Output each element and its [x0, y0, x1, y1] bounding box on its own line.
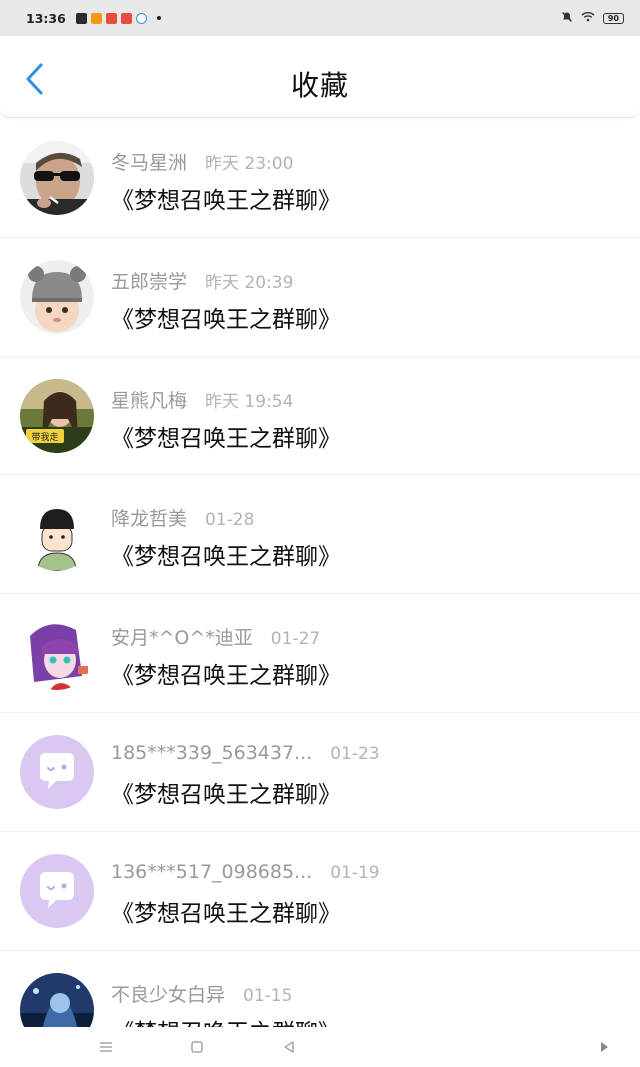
back-triangle-icon — [284, 1041, 294, 1053]
item-meta: 安月*^O^*迪亚 01-27 — [111, 623, 320, 650]
timestamp: 01-15 — [243, 985, 293, 1006]
avatar[interactable] — [20, 141, 94, 215]
notification-icons — [75, 12, 161, 24]
page-title: 收藏 — [290, 69, 349, 102]
avatar[interactable] — [20, 853, 94, 928]
favorite-item[interactable]: 不良少女白异 01-15 《梦想召唤王之群聊》 — [0, 951, 640, 1027]
message-text: 《梦想召唤王之群聊》 — [111, 306, 341, 333]
timestamp: 01-23 — [330, 743, 380, 764]
sender-name: 安月*^O^*迪亚 — [111, 627, 253, 650]
home-button[interactable] — [187, 1037, 207, 1057]
favorites-list[interactable]: 冬马星洲 昨天 23:00 《梦想召唤王之群聊》 五郎崇学 昨天 20:39 《… — [0, 119, 640, 1027]
message-text: 《梦想召唤王之群聊》 — [111, 900, 341, 927]
item-meta: 冬马星洲 昨天 23:00 — [111, 148, 293, 175]
avatar[interactable] — [20, 972, 94, 1027]
timestamp: 昨天 19:54 — [205, 391, 294, 412]
sender-name: 星熊凡梅 — [111, 389, 188, 412]
wifi-icon — [581, 11, 595, 25]
app-notification-icon — [120, 12, 132, 24]
sender-name: 136***517_098685... — [111, 860, 313, 883]
timestamp: 01-28 — [205, 510, 255, 531]
home-square-icon — [191, 1041, 203, 1053]
sender-name: 冬马星洲 — [111, 152, 188, 174]
avatar[interactable] — [20, 616, 94, 691]
item-meta: 五郎崇学 昨天 20:39 — [111, 267, 293, 294]
sender-name: 五郎崇学 — [111, 270, 188, 293]
more-notifications-dot — [156, 16, 161, 20]
avatar[interactable] — [20, 259, 94, 334]
app-notification-icon — [75, 12, 87, 24]
chat-bubble-icon — [20, 853, 94, 928]
app-notification-icon — [135, 12, 147, 24]
status-right: 90 — [561, 11, 624, 26]
header-bar: 收藏 — [0, 36, 640, 118]
timestamp: 昨天 20:39 — [205, 272, 294, 293]
message-text: 《梦想召唤王之群聊》 — [111, 188, 341, 214]
favorite-item[interactable]: 带我走 星熊凡梅 昨天 19:54 《梦想召唤王之群聊》 — [0, 357, 640, 476]
favorite-item[interactable]: 冬马星洲 昨天 23:00 《梦想召唤王之群聊》 — [0, 119, 640, 238]
status-time: 13:36 — [26, 10, 66, 26]
sender-name: 185***339_563437... — [111, 741, 313, 764]
message-text: 《梦想召唤王之群聊》 — [111, 1013, 341, 1027]
sender-name: 不良少女白异 — [111, 983, 226, 1006]
item-meta: 136***517_098685... 01-19 — [111, 861, 380, 883]
favorite-item[interactable]: 五郎崇学 昨天 20:39 《梦想召唤王之群聊》 — [0, 238, 640, 357]
avatar-sign-text: 带我走 — [31, 432, 58, 443]
item-meta: 不良少女白异 01-15 — [111, 980, 292, 1007]
favorite-item[interactable]: 185***339_563437... 01-23 《梦想召唤王之群聊》 — [0, 713, 640, 832]
message-text: 《梦想召唤王之群聊》 — [111, 781, 341, 808]
battery-indicator: 90 — [602, 12, 624, 24]
status-bar: 13:36 90 — [0, 0, 640, 36]
message-text: 《梦想召唤王之群聊》 — [111, 544, 341, 571]
sender-name: 降龙哲美 — [111, 508, 188, 531]
message-text: 《梦想召唤王之群聊》 — [111, 663, 341, 690]
menu-icon — [100, 1042, 112, 1052]
chat-bubble-icon — [20, 734, 94, 809]
favorite-item[interactable]: 降龙哲美 01-28 《梦想召唤王之群聊》 — [0, 475, 640, 595]
avatar[interactable]: 带我走 — [20, 378, 94, 453]
app-notification-icon — [105, 12, 117, 24]
timestamp: 01-19 — [330, 862, 380, 883]
item-meta: 星熊凡梅 昨天 19:54 — [111, 386, 293, 413]
item-meta: 降龙哲美 01-28 — [111, 504, 254, 531]
app-notification-icon — [90, 12, 102, 24]
extra-nav-button[interactable] — [594, 1037, 614, 1057]
back-nav-button[interactable] — [279, 1037, 299, 1057]
timestamp: 01-27 — [270, 629, 321, 650]
play-triangle-icon — [601, 1042, 608, 1052]
item-meta: 185***339_563437... 01-23 — [111, 742, 380, 764]
timestamp: 昨天 23:00 — [205, 154, 294, 174]
mute-icon — [561, 11, 573, 26]
avatar[interactable] — [20, 734, 94, 809]
message-text: 《梦想召唤王之群聊》 — [111, 425, 341, 452]
system-nav-bar — [0, 1027, 640, 1067]
favorite-item[interactable]: 安月*^O^*迪亚 01-27 《梦想召唤王之群聊》 — [0, 594, 640, 713]
menu-button[interactable] — [96, 1037, 116, 1057]
avatar[interactable] — [20, 497, 94, 572]
favorite-item[interactable]: 136***517_098685... 01-19 《梦想召唤王之群聊》 — [0, 832, 640, 951]
